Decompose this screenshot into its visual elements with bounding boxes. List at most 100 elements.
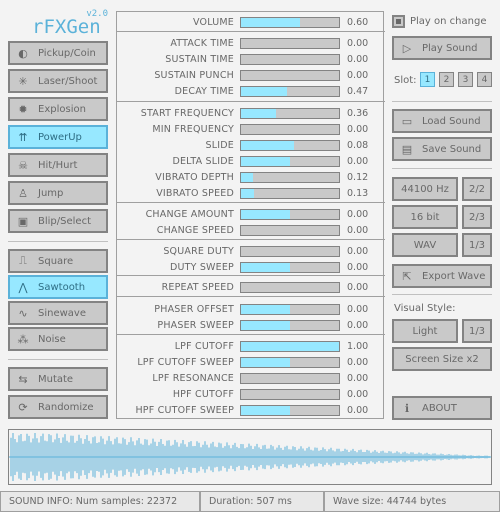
param-slider-square-duty[interactable] xyxy=(240,246,340,257)
generator-powerup-button[interactable]: ⇈ PowerUp xyxy=(8,125,108,149)
param-value: 0.00 xyxy=(347,70,369,81)
status-wave-size-text: Wave size: 44744 bytes xyxy=(333,496,447,507)
param-slider-hpf-cutoff-sweep[interactable] xyxy=(240,405,340,416)
sample-rate-button[interactable]: 44100 Hz xyxy=(392,177,458,201)
param-label: PHASER OFFSET xyxy=(154,304,234,315)
wave-square-button[interactable]: ⎍ Square xyxy=(8,249,108,273)
param-slider-repeat-speed[interactable] xyxy=(240,282,340,293)
format-button[interactable]: WAV xyxy=(392,233,458,257)
param-value: 0.47 xyxy=(347,86,369,97)
randomize-icon: ⟳ xyxy=(18,400,28,414)
parameters-panel: VOLUME 0.60 ATTACK TIME 0.00 SUSTAIN TIME 0.0… xyxy=(116,11,385,419)
param-label: LPF CUTOFF xyxy=(174,341,234,352)
style-button[interactable]: Light xyxy=(392,319,458,343)
param-slider-start-frequency[interactable] xyxy=(240,108,340,119)
param-value: 1.00 xyxy=(347,341,369,352)
bit-depth-value: 16 bit xyxy=(410,211,440,223)
param-label: HPF CUTOFF xyxy=(172,389,234,400)
param-value: 0.00 xyxy=(347,320,369,331)
param-slider-duty-sweep[interactable] xyxy=(240,262,340,273)
laser-icon: ✳ xyxy=(18,74,28,88)
param-slider-sustain-punch[interactable] xyxy=(240,70,340,81)
about-button[interactable]: ℹ ABOUT xyxy=(392,396,492,420)
info-icon: ℹ xyxy=(404,401,410,415)
bit-depth-button[interactable]: 16 bit xyxy=(392,205,458,229)
waveform-display xyxy=(8,429,492,485)
save-sound-button[interactable]: ▤ Save Sound xyxy=(392,137,492,161)
param-slider-change-amount[interactable] xyxy=(240,209,340,220)
param-slider-vibrato-speed[interactable] xyxy=(240,188,340,199)
param-slider-fill xyxy=(241,189,254,198)
randomize-label: Randomize xyxy=(38,401,94,413)
param-label: SQUARE DUTY xyxy=(163,246,234,257)
param-slider-sustain-time[interactable] xyxy=(240,54,340,65)
wave-sawtooth-label: Sawtooth xyxy=(38,281,86,293)
param-slider-lpf-cutoff[interactable] xyxy=(240,341,340,352)
play-sound-button[interactable]: ▷ Play Sound xyxy=(392,36,492,60)
param-slider-volume[interactable] xyxy=(240,17,340,28)
load-sound-button[interactable]: ▭ Load Sound xyxy=(392,109,492,133)
param-slider-phaser-sweep[interactable] xyxy=(240,320,340,331)
powerup-icon: ⇈ xyxy=(18,130,28,144)
param-slider-delta-slide[interactable] xyxy=(240,156,340,167)
param-slider-fill xyxy=(241,141,294,150)
generator-explosion-button[interactable]: ✹ Explosion xyxy=(8,97,108,121)
param-slider-fill xyxy=(241,305,290,314)
param-value: 0.60 xyxy=(347,17,369,28)
export-wave-button[interactable]: ⇱ Export Wave xyxy=(392,264,492,288)
param-value: 0.00 xyxy=(347,246,369,257)
wave-noise-button[interactable]: ⁂ Noise xyxy=(8,327,108,351)
param-row-slide: SLIDE 0.08 xyxy=(117,137,385,153)
wave-sinewave-label: Sinewave xyxy=(38,307,86,319)
param-slider-phaser-offset[interactable] xyxy=(240,304,340,315)
about-label: ABOUT xyxy=(422,402,457,414)
param-label: VIBRATO DEPTH xyxy=(155,172,234,183)
screen-size-button[interactable]: Screen Size x2 xyxy=(392,347,492,371)
param-label: VIBRATO SPEED xyxy=(156,188,234,199)
slot-1-button[interactable]: 1 xyxy=(420,72,435,87)
format-cycle[interactable]: 1/3 xyxy=(462,233,492,257)
param-row-phaser-offset: PHASER OFFSET 0.00 xyxy=(117,301,385,317)
param-slider-hpf-cutoff[interactable] xyxy=(240,389,340,400)
param-group-divider xyxy=(117,202,385,203)
wave-sinewave-button[interactable]: ∿ Sinewave xyxy=(8,301,108,325)
param-value: 0.00 xyxy=(347,389,369,400)
wave-square-label: Square xyxy=(38,255,74,267)
style-cycle[interactable]: 1/3 xyxy=(462,319,492,343)
slot-2-button[interactable]: 2 xyxy=(439,72,454,87)
coin-icon: ◐ xyxy=(18,46,28,60)
param-slider-decay-time[interactable] xyxy=(240,86,340,97)
bit-depth-cycle[interactable]: 2/3 xyxy=(462,205,492,229)
generator-explosion-label: Explosion xyxy=(38,103,86,115)
wave-sawtooth-button[interactable]: ⋀ Sawtooth xyxy=(8,275,108,299)
param-row-volume: VOLUME 0.60 xyxy=(117,14,385,30)
sawtooth-wave-icon: ⋀ xyxy=(18,280,28,294)
generator-hit-hurt-label: Hit/Hurt xyxy=(38,159,78,171)
generator-hit-hurt-button[interactable]: ☠ Hit/Hurt xyxy=(8,153,108,177)
param-slider-vibrato-depth[interactable] xyxy=(240,172,340,183)
generator-laser-shoot-button[interactable]: ✳ Laser/Shoot xyxy=(8,69,108,93)
param-slider-lpf-resonance[interactable] xyxy=(240,373,340,384)
param-value: 0.00 xyxy=(347,357,369,368)
param-slider-min-frequency[interactable] xyxy=(240,124,340,135)
param-slider-slide[interactable] xyxy=(240,140,340,151)
param-group-divider xyxy=(117,275,385,276)
param-label: SLIDE xyxy=(205,140,234,151)
generator-blip-select-button[interactable]: ▣ Blip/Select xyxy=(8,209,108,233)
param-row-attack-time: ATTACK TIME 0.00 xyxy=(117,35,385,51)
play-on-change-checkbox[interactable] xyxy=(392,15,405,28)
generator-jump-button[interactable]: ♙ Jump xyxy=(8,181,108,205)
slot-3-button[interactable]: 3 xyxy=(458,72,473,87)
param-slider-lpf-cutoff-sweep[interactable] xyxy=(240,357,340,368)
param-slider-change-speed[interactable] xyxy=(240,225,340,236)
param-label: LPF CUTOFF SWEEP xyxy=(137,357,234,368)
sample-rate-cycle[interactable]: 2/2 xyxy=(462,177,492,201)
param-slider-fill xyxy=(241,210,290,219)
param-slider-attack-time[interactable] xyxy=(240,38,340,49)
slot-4-button[interactable]: 4 xyxy=(477,72,492,87)
generator-pickup-coin-button[interactable]: ◐ Pickup/Coin xyxy=(8,41,108,65)
param-value: 0.00 xyxy=(347,262,369,273)
mutate-button[interactable]: ⇆ Mutate xyxy=(8,367,108,391)
randomize-button[interactable]: ⟳ Randomize xyxy=(8,395,108,419)
wave-noise-label: Noise xyxy=(38,333,66,345)
